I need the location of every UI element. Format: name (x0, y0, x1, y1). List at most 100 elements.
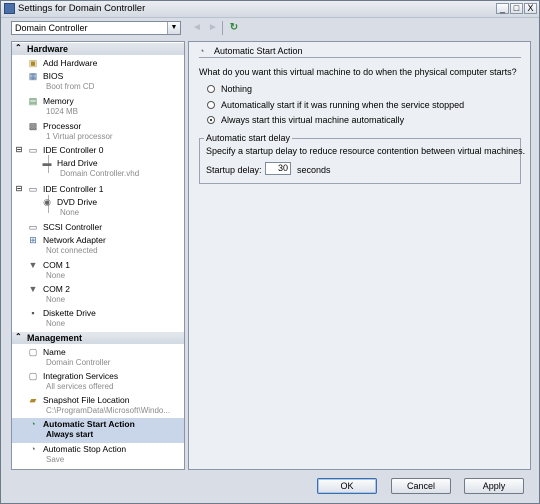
nav-item-sublabel: None (60, 208, 80, 217)
nav-item-label: DVD Drive (57, 197, 98, 207)
startup-delay-input[interactable]: 30 (265, 162, 291, 175)
nav-item-ide-controller-1[interactable]: ⊟ ▭ IDE Controller 1 (12, 183, 184, 196)
settings-window: Settings for Domain Controller _ □ X Dom… (0, 0, 540, 504)
nav-item-label: COM 1 (43, 260, 70, 270)
nav-item-name[interactable]: ▢ Name Domain Controller (12, 346, 184, 370)
vm-selector[interactable]: Domain Controller ▼ (11, 21, 181, 35)
delay-description: Specify a startup delay to reduce resour… (206, 146, 526, 156)
collapse-icon[interactable]: ⌃ (15, 332, 22, 341)
nav-item-automatic-start-action[interactable]: ◔ Automatic Start Action Always start (12, 418, 184, 443)
nav-item-network-adapter[interactable]: ⊞ Network Adapter Not connected (12, 234, 184, 258)
startup-delay-unit: seconds (297, 165, 331, 175)
radio-indicator[interactable] (207, 101, 215, 109)
serial-port-icon: ▼ (28, 260, 38, 270)
nav-item-com-1[interactable]: ▼ COM 1 None (12, 259, 184, 283)
collapse-tree-icon[interactable]: ⊟ (14, 184, 24, 194)
nav-item-label: Processor (43, 121, 82, 131)
maximize-button[interactable]: □ (510, 3, 523, 14)
radio-label: Always start this virtual machine automa… (221, 115, 405, 125)
chevron-down-icon[interactable]: ▼ (167, 22, 180, 34)
title-bar[interactable]: Settings for Domain Controller _ □ X (1, 1, 539, 18)
hardware-section-header[interactable]: ⌃ Hardware (12, 43, 184, 55)
nav-item-sublabel: Save (46, 455, 65, 464)
serial-port-icon: ▼ (28, 284, 38, 294)
nav-item-label: Diskette Drive (43, 308, 96, 318)
nav-item-sublabel: Not connected (46, 246, 98, 255)
automatic-start-delay-group: Automatic start delay Specify a startup … (199, 133, 525, 184)
nav-item-hard-drive[interactable]: ▬ Hard Drive Domain Controller.vhd (12, 157, 184, 181)
snapshot-folder-icon: ▰ (29, 395, 37, 405)
hard-drive-icon: ▬ (42, 158, 52, 168)
radio-indicator-selected[interactable] (207, 116, 215, 124)
nav-item-ide-controller-0[interactable]: ⊟ ▭ IDE Controller 0 (12, 144, 184, 157)
controller-icon: ▭ (28, 184, 38, 194)
nav-item-label: Name (43, 347, 66, 357)
name-icon: ▢ (28, 347, 38, 357)
memory-icon: ▤ (28, 96, 38, 106)
forward-icon[interactable]: ► (207, 22, 219, 34)
start-action-icon: ◔ (199, 46, 205, 56)
diskette-icon: ▪ (31, 308, 35, 318)
nav-item-label: IDE Controller 1 (43, 184, 104, 194)
start-action-icon: ◔ (30, 419, 36, 429)
dvd-drive-icon: ◉ (43, 197, 51, 207)
nav-item-sublabel: None (46, 319, 66, 328)
radio-indicator[interactable] (207, 85, 215, 93)
nav-item-sublabel: None (46, 295, 66, 304)
network-adapter-icon: ⊞ (29, 235, 37, 245)
nav-item-sublabel: All services offered (46, 382, 114, 391)
nav-item-diskette-drive[interactable]: ▪ Diskette Drive None (12, 307, 184, 331)
nav-item-sublabel: None (46, 271, 66, 280)
nav-item-label: Network Adapter (43, 235, 106, 245)
hardware-header-label: Hardware (27, 44, 69, 54)
bios-chip-icon: ▦ (28, 71, 38, 81)
startup-delay-label: Startup delay: (206, 165, 262, 175)
vm-selector-value: Domain Controller (15, 23, 88, 33)
nav-item-label: Memory (43, 96, 74, 106)
nav-item-sublabel: Boot from CD (46, 82, 95, 91)
nav-item-label: COM 2 (43, 284, 70, 294)
management-section-header[interactable]: ⌃ Management (12, 332, 184, 344)
toolbar-divider (222, 21, 223, 35)
nav-item-sublabel: 1024 MB (46, 107, 79, 116)
nav-item-label: SCSI Controller (43, 222, 103, 232)
nav-item-com-2[interactable]: ▼ COM 2 None (12, 283, 184, 307)
nav-item-scsi-controller[interactable]: ▭ SCSI Controller (12, 221, 184, 234)
settings-nav-pane: ⌃ Hardware ▣ Add Hardware ▦ BIOS Boot fr… (11, 41, 185, 470)
close-button[interactable]: X (524, 3, 537, 14)
nav-item-sublabel: C:\ProgramData\Microsoft\Windo... (46, 406, 171, 415)
nav-item-label: Integration Services (43, 371, 119, 381)
nav-item-sublabel: Domain Controller.vhd (60, 169, 140, 178)
settings-content-pane: ◔ Automatic Start Action What do you wan… (188, 41, 531, 470)
controller-icon: ▭ (28, 145, 38, 155)
nav-item-label: BIOS (43, 71, 64, 81)
nav-item-label: Add Hardware (43, 58, 98, 68)
management-header-label: Management (27, 333, 83, 343)
nav-item-dvd-drive[interactable]: ◉ DVD Drive None (12, 196, 184, 220)
cancel-button[interactable]: Cancel (391, 478, 451, 494)
back-icon[interactable]: ◄ (191, 22, 203, 34)
apply-button[interactable]: Apply (464, 478, 524, 494)
nav-item-add-hardware[interactable]: ▣ Add Hardware (12, 57, 184, 70)
nav-item-bios[interactable]: ▦ BIOS Boot from CD (12, 70, 184, 94)
add-hardware-icon: ▣ (28, 58, 38, 68)
nav-item-sublabel: Domain Controller (46, 358, 111, 367)
start-question: What do you want this virtual machine to… (199, 67, 517, 77)
nav-item-processor[interactable]: ▩ Processor 1 Virtual processor (12, 120, 184, 144)
stop-action-icon: ◔ (30, 444, 36, 454)
ok-button[interactable]: OK (317, 478, 377, 494)
nav-item-label: IDE Controller 0 (43, 145, 104, 155)
nav-item-integration-services[interactable]: ▢ Integration Services All services offe… (12, 370, 184, 394)
integration-services-icon: ▢ (28, 371, 38, 381)
nav-item-snapshot-file-location[interactable]: ▰ Snapshot File Location C:\ProgramData\… (12, 394, 184, 418)
minimize-button[interactable]: _ (496, 3, 509, 14)
panel-title: Automatic Start Action (214, 46, 303, 56)
collapse-tree-icon[interactable]: ⊟ (14, 145, 24, 155)
refresh-icon[interactable]: ↻ (228, 22, 240, 34)
nav-item-memory[interactable]: ▤ Memory 1024 MB (12, 95, 184, 119)
processor-icon: ▩ (28, 121, 38, 131)
group-legend: Automatic start delay (204, 133, 293, 143)
nav-item-automatic-stop-action[interactable]: ◔ Automatic Stop Action Save (12, 443, 184, 467)
collapse-icon[interactable]: ⌃ (15, 43, 22, 52)
nav-item-label: Automatic Start Action (43, 419, 135, 429)
